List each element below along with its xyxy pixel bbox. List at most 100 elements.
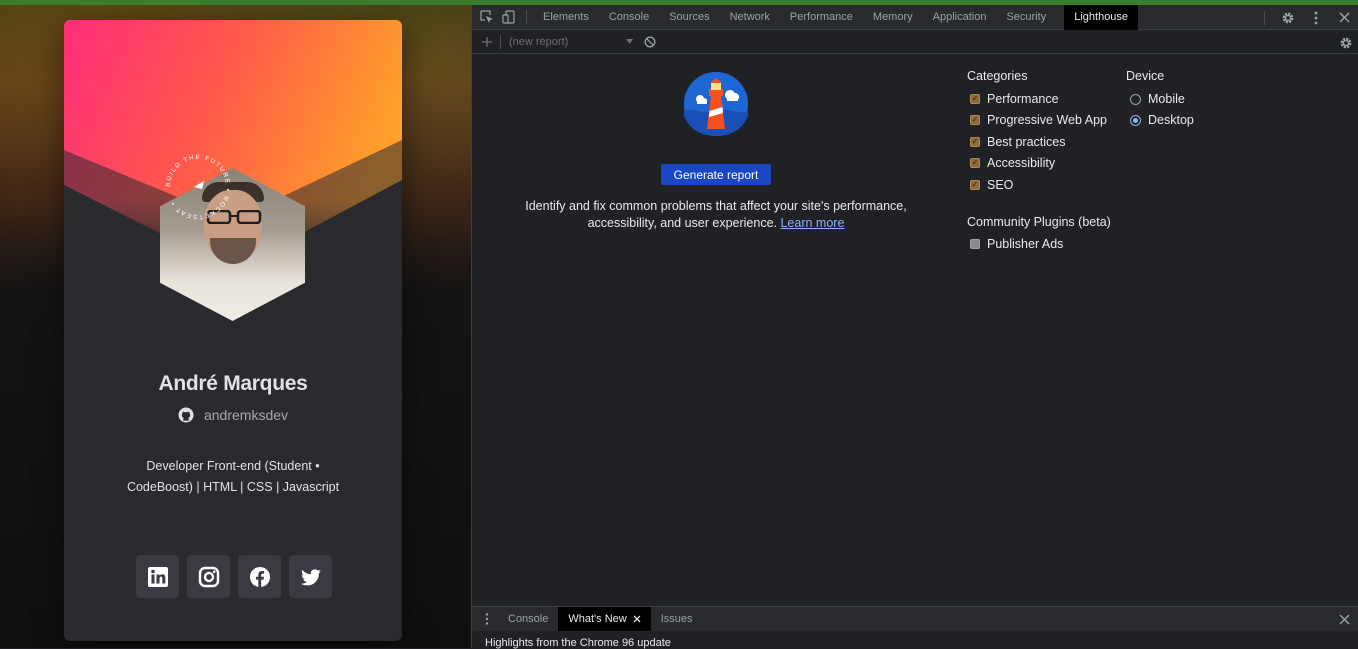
github-handle: andremksdev (203, 407, 289, 423)
new-report-button[interactable] (476, 29, 498, 54)
toolbar-divider (526, 10, 527, 24)
category-label: Performance (987, 92, 1059, 106)
radio-selected-icon (1130, 114, 1141, 126)
description-text: Identify and fix common problems that af… (525, 199, 907, 230)
toolbar-divider (1264, 10, 1265, 25)
drawer-content: Highlights from the Chrome 96 update (472, 631, 1358, 649)
profile-card: BUILD THE FUTURE • ROCKETSEAT • André Ma… (64, 20, 402, 641)
social-links (136, 555, 332, 598)
tab-console[interactable]: Console (599, 5, 659, 30)
drawer-tab-issues[interactable]: Issues (651, 607, 703, 632)
drawer-tab-whats-new[interactable]: What's New (558, 606, 651, 632)
drawer-menu-button[interactable] (476, 607, 498, 632)
more-options-button[interactable] (1305, 5, 1327, 30)
dropdown-arrow-icon (626, 39, 633, 44)
category-pwa[interactable]: ✓ Progressive Web App (970, 113, 1107, 127)
checkbox-checked-icon: ✓ (970, 94, 980, 104)
tab-security[interactable]: Security (996, 5, 1056, 30)
device-label: Mobile (1148, 92, 1185, 106)
linkedin-icon (147, 566, 168, 587)
plugin-publisher-ads[interactable]: Publisher Ads (970, 237, 1063, 251)
instagram-button[interactable] (187, 555, 230, 598)
report-select[interactable]: (new report) (509, 33, 639, 51)
category-seo[interactable]: ✓ SEO (970, 178, 1013, 192)
learn-more-link[interactable]: Learn more (780, 216, 844, 230)
tab-performance[interactable]: Performance (780, 5, 863, 30)
category-label: Progressive Web App (987, 113, 1107, 127)
facebook-button[interactable] (238, 555, 281, 598)
gear-icon (1340, 37, 1352, 48)
checkbox-unchecked-icon (970, 239, 980, 249)
clear-reports-button[interactable] (639, 29, 661, 54)
drawer-tab-label: What's New (568, 613, 627, 625)
close-tab-icon[interactable] (633, 615, 641, 623)
drawer-tab-console[interactable]: Console (498, 607, 558, 632)
rocketseat-badge: BUILD THE FUTURE • ROCKETSEAT • (165, 154, 230, 220)
inspect-element-icon (480, 10, 493, 23)
tabbar-actions (1258, 5, 1355, 30)
category-label: Best practices (987, 135, 1066, 149)
device-title: Device (1126, 69, 1165, 83)
block-icon (644, 36, 656, 47)
tab-sources[interactable]: Sources (659, 5, 719, 30)
twitter-icon (300, 568, 321, 585)
device-mobile-radio[interactable]: Mobile (1130, 92, 1185, 106)
avatar-beard (210, 238, 256, 264)
device-toolbar-button[interactable] (498, 5, 520, 30)
devtools-panel: Elements Console Sources Network Perform… (471, 4, 1358, 649)
tab-lighthouse[interactable]: Lighthouse (1064, 4, 1139, 30)
tab-elements[interactable]: Elements (533, 5, 599, 30)
checkbox-checked-icon: ✓ (970, 180, 980, 190)
close-devtools-button[interactable] (1333, 5, 1355, 30)
plugins-title: Community Plugins (beta) (967, 215, 1111, 229)
tab-network[interactable]: Network (720, 5, 780, 30)
generate-report-button[interactable]: Generate report (661, 164, 771, 185)
device-toggle-icon (502, 10, 515, 24)
close-drawer-button[interactable] (1333, 607, 1355, 632)
linkedin-button[interactable] (136, 555, 179, 598)
checkbox-checked-icon: ✓ (970, 137, 980, 147)
facebook-icon (249, 566, 270, 587)
category-label: Accessibility (987, 156, 1056, 170)
bio-line-2: CodeBoost) | HTML | CSS | Javascript (126, 480, 340, 494)
plugin-label: Publisher Ads (987, 237, 1064, 251)
settings-button[interactable] (1277, 5, 1299, 30)
tab-application[interactable]: Application (923, 5, 997, 30)
whats-new-headline: Highlights from the Chrome 96 update (485, 637, 671, 649)
gear-icon (1282, 12, 1294, 23)
profile-bio: Developer Front-end (Student • CodeBoost… (114, 456, 352, 498)
radio-unselected-icon (1130, 93, 1141, 105)
report-select-value: (new report) (509, 35, 569, 48)
drawer-tabbar: Console What's New Issues (472, 606, 1358, 632)
checkbox-checked-icon: ✓ (970, 158, 980, 168)
profile-name: André Marques (158, 372, 308, 395)
close-icon (1338, 614, 1350, 625)
devtools-tabbar: Elements Console Sources Network Perform… (472, 4, 1358, 30)
device-label: Desktop (1148, 113, 1194, 127)
twitter-button[interactable] (289, 555, 332, 598)
checkbox-checked-icon: ✓ (970, 115, 980, 125)
lighthouse-description: Identify and fix common problems that af… (516, 198, 916, 232)
category-best-practices[interactable]: ✓ Best practices (970, 135, 1066, 149)
close-icon (1338, 12, 1350, 23)
lighthouse-logo-icon (684, 72, 748, 136)
kebab-menu-icon (485, 613, 489, 625)
categories-title: Categories (967, 69, 1028, 83)
lighthouse-settings-button[interactable] (1335, 30, 1357, 55)
instagram-icon (198, 566, 219, 587)
inspected-page: BUILD THE FUTURE • ROCKETSEAT • André Ma… (0, 5, 471, 648)
plus-icon (482, 36, 492, 47)
github-icon (178, 407, 194, 423)
bio-line-1: Developer Front-end (Student • (146, 459, 320, 473)
lighthouse-start-view: Generate report Identify and fix common … (472, 55, 1358, 605)
category-performance[interactable]: ✓ Performance (970, 92, 1059, 106)
kebab-menu-icon (1314, 11, 1318, 24)
category-label: SEO (987, 178, 1014, 192)
tab-memory[interactable]: Memory (863, 5, 923, 30)
toolbar-divider (500, 34, 501, 49)
lighthouse-toolbar: (new report) (472, 30, 1358, 54)
github-handle-row[interactable]: andremksdev (64, 407, 402, 423)
inspect-element-button[interactable] (476, 5, 498, 30)
device-desktop-radio[interactable]: Desktop (1130, 113, 1194, 127)
category-accessibility[interactable]: ✓ Accessibility (970, 156, 1055, 170)
